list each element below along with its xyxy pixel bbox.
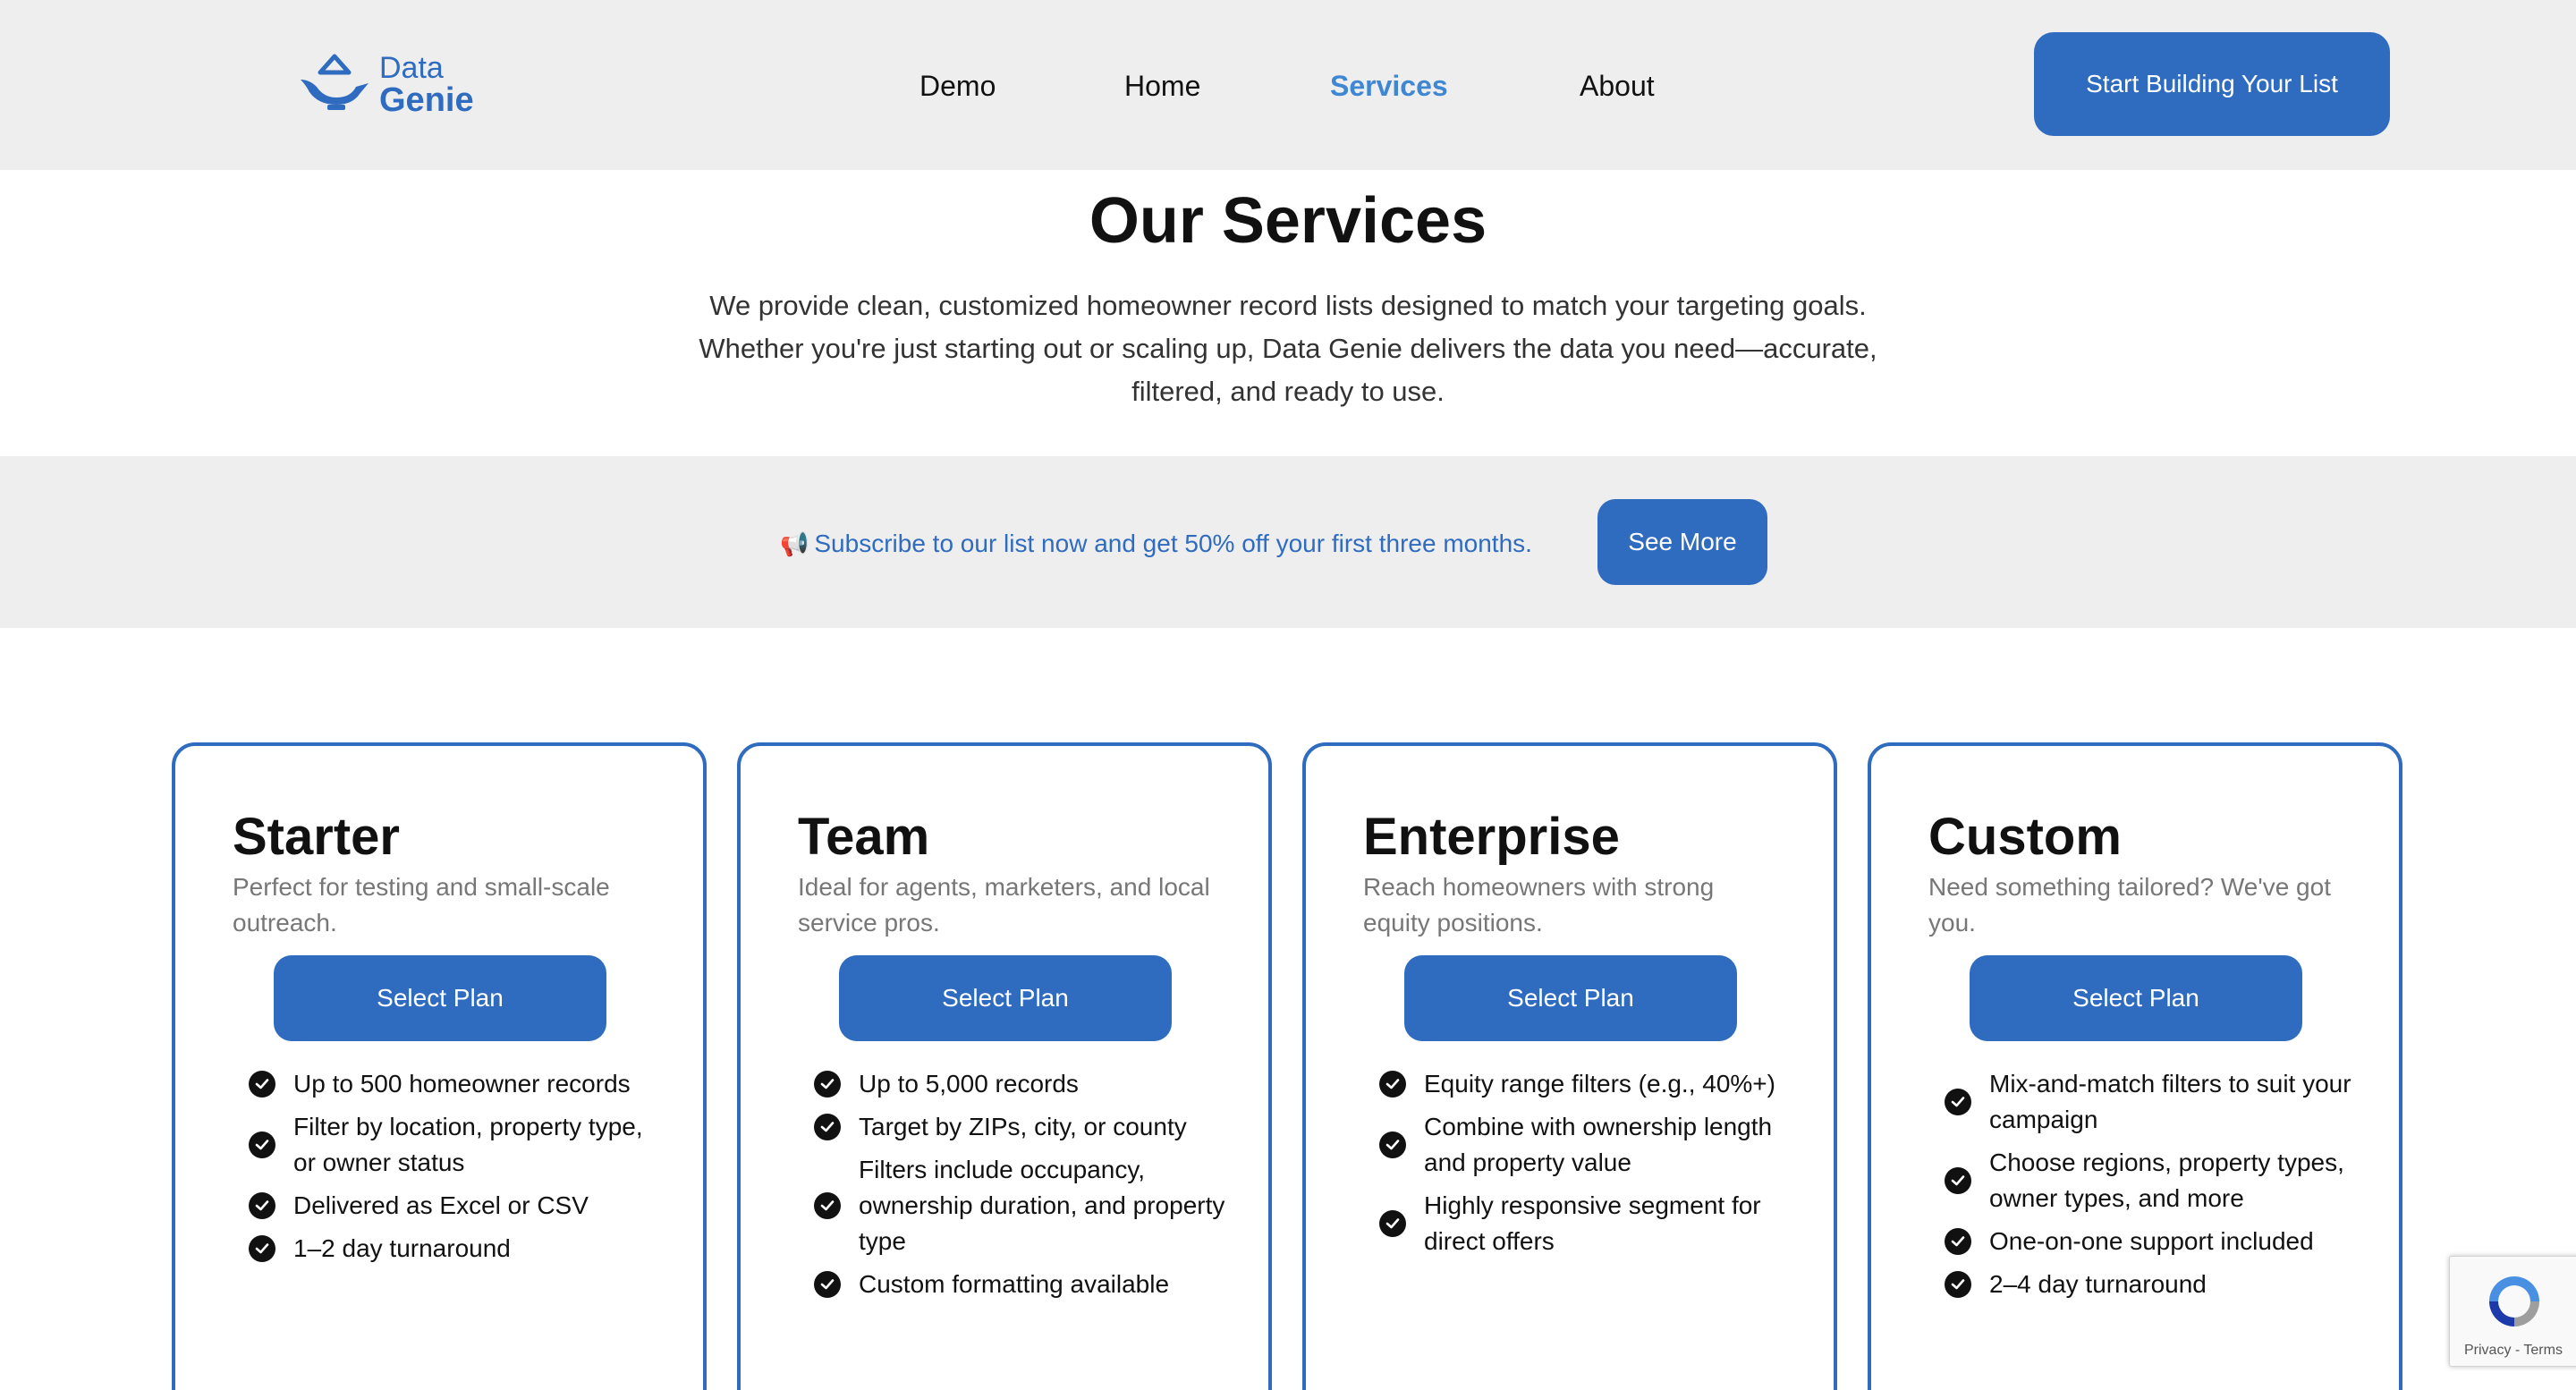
checkmark-icon <box>249 1235 275 1262</box>
checkmark-icon <box>1379 1071 1406 1098</box>
plan-subtitle: Reach homeowners with strong equity posi… <box>1363 873 1715 937</box>
feature-text: Up to 5,000 records <box>859 1070 1079 1098</box>
page-title: Our Services <box>1089 185 1487 257</box>
promo-text: Subscribe to our list now and get 50% of… <box>814 530 1532 557</box>
plan-subtitle: Perfect for testing and small-scale outr… <box>233 873 610 937</box>
plan-card-custom: Custom Need something tailored? We've go… <box>1868 742 2402 1390</box>
plan-subtitle: Need something tailored? We've got you. <box>1928 873 2331 937</box>
feature-item: One-on-one support included <box>1945 1224 2365 1259</box>
checkmark-icon <box>1379 1210 1406 1237</box>
feature-text: 1–2 day turnaround <box>293 1234 511 1262</box>
logo-text-genie: Genie <box>379 81 474 119</box>
promo-message: 📢 Subscribe to our list now and get 50% … <box>780 530 1532 558</box>
checkmark-icon <box>1379 1131 1406 1158</box>
promo-banner: 📢 Subscribe to our list now and get 50% … <box>0 456 2576 628</box>
checkmark-icon <box>814 1071 841 1098</box>
feature-item: Mix-and-match filters to suit your campa… <box>1945 1066 2365 1138</box>
recaptcha-privacy-terms[interactable]: Privacy - Terms <box>2464 1343 2563 1359</box>
select-plan-button[interactable]: Select Plan <box>839 955 1172 1041</box>
checkmark-icon <box>1945 1167 1971 1194</box>
feature-list: Up to 500 homeowner records Filter by lo… <box>249 1066 669 1274</box>
feature-text: One-on-one support included <box>1989 1227 2314 1255</box>
checkmark-icon <box>249 1131 275 1158</box>
feature-text: Combine with ownership length and proper… <box>1424 1113 1773 1176</box>
checkmark-icon <box>1945 1228 1971 1255</box>
feature-item: 1–2 day turnaround <box>249 1231 669 1267</box>
feature-text: Filter by location, property type, or ow… <box>293 1113 643 1176</box>
feature-list: Up to 5,000 records Target by ZIPs, city… <box>814 1066 1234 1309</box>
nav-home[interactable]: Home <box>1124 70 1200 103</box>
feature-list: Equity range filters (e.g., 40%+) Combin… <box>1379 1066 1800 1267</box>
plan-name: Enterprise <box>1363 808 1620 866</box>
logo[interactable]: Data Genie <box>297 51 474 119</box>
feature-text: Custom formatting available <box>859 1270 1170 1298</box>
feature-text: Equity range filters (e.g., 40%+) <box>1424 1070 1775 1098</box>
feature-text: Delivered as Excel or CSV <box>293 1191 589 1219</box>
logo-text-data: Data <box>379 51 444 85</box>
site-header: Data Genie Demo Home Services About Star… <box>0 0 2576 170</box>
plan-name: Team <box>798 808 930 866</box>
feature-item: Custom formatting available <box>814 1267 1234 1302</box>
feature-item: Filter by location, property type, or ow… <box>249 1109 669 1181</box>
see-more-button[interactable]: See More <box>1597 499 1767 585</box>
checkmark-icon <box>1945 1271 1971 1298</box>
services-description: We provide clean, customized homeowner r… <box>699 290 1877 407</box>
feature-text: Filters include occupancy, ownership dur… <box>859 1156 1225 1255</box>
plan-card-starter: Starter Perfect for testing and small-sc… <box>172 742 707 1390</box>
checkmark-icon <box>249 1071 275 1098</box>
feature-item: Combine with ownership length and proper… <box>1379 1109 1800 1181</box>
feature-item: Filters include occupancy, ownership dur… <box>814 1152 1234 1259</box>
feature-item: Choose regions, property types, owner ty… <box>1945 1145 2365 1216</box>
feature-item: Up to 500 homeowner records <box>249 1066 669 1102</box>
feature-list: Mix-and-match filters to suit your campa… <box>1945 1066 2365 1309</box>
plan-name: Custom <box>1928 808 2122 866</box>
recaptcha-badge[interactable]: Privacy - Terms <box>2449 1256 2576 1367</box>
plan-card-enterprise: Enterprise Reach homeowners with strong … <box>1302 742 1837 1390</box>
feature-item: Delivered as Excel or CSV <box>249 1188 669 1224</box>
feature-item: Up to 5,000 records <box>814 1066 1234 1102</box>
feature-item: Target by ZIPs, city, or county <box>814 1109 1234 1145</box>
feature-item: Highly responsive segment for direct off… <box>1379 1188 1800 1259</box>
checkmark-icon <box>814 1114 841 1140</box>
feature-text: 2–4 day turnaround <box>1989 1270 2207 1298</box>
checkmark-icon <box>814 1271 841 1298</box>
plan-subtitle: Ideal for agents, marketers, and local s… <box>798 873 1210 937</box>
feature-text: Mix-and-match filters to suit your campa… <box>1989 1070 2351 1133</box>
start-building-button[interactable]: Start Building Your List <box>2034 32 2390 136</box>
nav-services[interactable]: Services <box>1330 70 1448 103</box>
checkmark-icon <box>814 1192 841 1219</box>
feature-item: Equity range filters (e.g., 40%+) <box>1379 1066 1800 1102</box>
plan-card-team: Team Ideal for agents, marketers, and lo… <box>737 742 1272 1390</box>
checkmark-icon <box>1945 1089 1971 1115</box>
plan-name: Starter <box>233 808 400 866</box>
feature-item: 2–4 day turnaround <box>1945 1267 2365 1302</box>
nav-about[interactable]: About <box>1580 70 1655 103</box>
select-plan-button[interactable]: Select Plan <box>1970 955 2302 1041</box>
feature-text: Choose regions, property types, owner ty… <box>1989 1148 2344 1212</box>
feature-text: Up to 500 homeowner records <box>293 1070 631 1098</box>
megaphone-icon: 📢 <box>780 530 809 557</box>
checkmark-icon <box>249 1192 275 1219</box>
select-plan-button[interactable]: Select Plan <box>1404 955 1737 1041</box>
feature-text: Target by ZIPs, city, or county <box>859 1113 1187 1140</box>
nav-demo[interactable]: Demo <box>919 70 996 103</box>
feature-text: Highly responsive segment for direct off… <box>1424 1191 1761 1255</box>
select-plan-button[interactable]: Select Plan <box>274 955 606 1041</box>
recaptcha-icon <box>2489 1276 2539 1326</box>
genie-lamp-icon <box>301 54 369 110</box>
